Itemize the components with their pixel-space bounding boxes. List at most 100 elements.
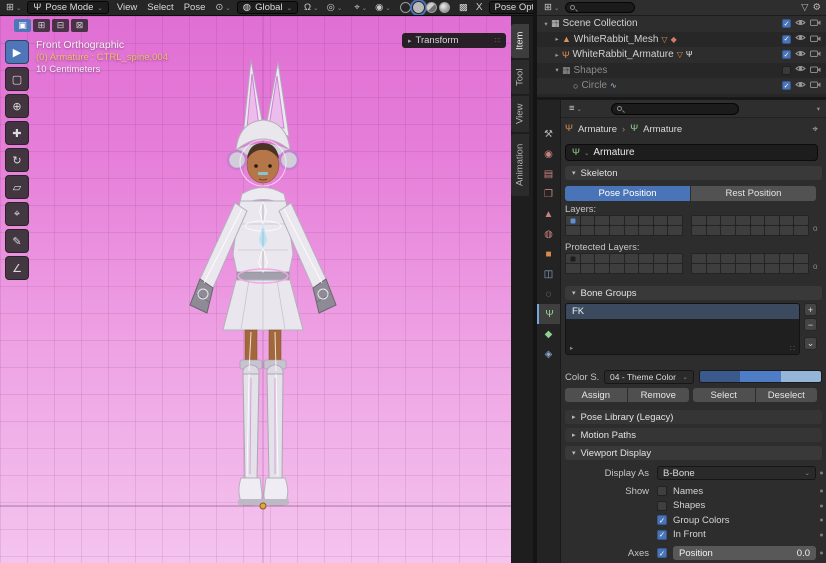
color-set-dropdown[interactable]: 04 - Theme Color Set ⌄ (604, 370, 694, 384)
eye-icon[interactable] (795, 49, 806, 61)
decorator-icon[interactable] (820, 552, 823, 555)
properties-tab-view-layer[interactable]: ❐ (537, 184, 560, 204)
layer-cell[interactable] (566, 254, 580, 263)
wireframe-shading-icon[interactable] (400, 2, 411, 13)
decorator-icon[interactable] (820, 490, 823, 493)
material-shading-icon[interactable] (426, 2, 437, 13)
assign-button[interactable]: Assign (565, 388, 627, 402)
layer-cell[interactable] (765, 226, 779, 235)
skeleton-section-header[interactable]: ▾ Skeleton (565, 166, 822, 180)
deselect-button[interactable]: Deselect (756, 388, 818, 402)
axes-checkbox[interactable] (657, 548, 667, 558)
layer-cell[interactable] (581, 264, 595, 273)
solid-shading-icon[interactable] (413, 2, 424, 13)
select-mode-set-button[interactable]: ▣ (14, 19, 31, 32)
disclosure-triangle-icon[interactable]: ▸ (552, 51, 562, 59)
layer-cell[interactable] (780, 254, 794, 263)
eye-icon[interactable] (795, 80, 806, 92)
properties-editor-type-button[interactable]: ≡⌄ (567, 102, 584, 115)
layer-cell[interactable] (625, 264, 639, 273)
layer-cell[interactable] (751, 254, 765, 263)
properties-tab-bone[interactable]: ◆ (537, 324, 560, 344)
tool-scale-button[interactable]: ▱ (5, 175, 29, 199)
mirror-x-toggle[interactable]: X (474, 1, 485, 14)
layer-cell[interactable] (639, 264, 653, 273)
layer-cell[interactable] (654, 216, 668, 225)
properties-tab-bone-constraint[interactable]: ◈ (537, 344, 560, 364)
outliner-item-label[interactable]: Shapes (574, 65, 608, 76)
bone-group-remove-button[interactable]: − (804, 318, 817, 331)
eye-icon[interactable] (795, 64, 806, 76)
layer-cell[interactable] (654, 264, 668, 273)
layer-cell[interactable] (668, 216, 682, 225)
layer-cell[interactable] (625, 254, 639, 263)
exclude-checkbox[interactable] (782, 81, 791, 90)
tool-measure-button[interactable]: ∠ (5, 256, 29, 280)
layer-cell[interactable] (595, 254, 609, 263)
gizmos-dropdown[interactable]: ⌖⌄ (352, 1, 369, 14)
breadcrumb-data[interactable]: Armature (643, 124, 682, 135)
menu-view[interactable]: View (113, 2, 141, 13)
layer-cell[interactable] (610, 264, 624, 273)
disclosure-triangle-icon[interactable]: ▸ (552, 35, 562, 43)
layer-cell[interactable] (668, 264, 682, 273)
3d-viewport[interactable]: ▣⊞⊟⊠ Front Orthographic (0) Armature : C… (0, 16, 511, 563)
layer-cell[interactable] (780, 264, 794, 273)
resize-grip-icon[interactable]: ∷ (790, 344, 795, 353)
filter-icon[interactable]: ▾ (817, 105, 820, 113)
rendered-shading-icon[interactable] (439, 2, 450, 13)
layer-cell[interactable] (780, 216, 794, 225)
decorator-icon[interactable] (820, 533, 823, 536)
bone-group-item[interactable]: FK (566, 304, 799, 319)
camera-icon[interactable] (810, 49, 821, 60)
pivot-point-dropdown[interactable]: ⊙⌄ (213, 1, 232, 14)
select-button[interactable]: Select (693, 388, 755, 402)
pose-position-button[interactable]: Pose Position (565, 186, 690, 201)
in-front-checkbox[interactable] (657, 530, 667, 540)
camera-icon[interactable] (810, 65, 821, 76)
outliner-row-scene-collection[interactable]: ▾▦Scene Collection (537, 16, 826, 32)
outliner-item-label[interactable]: Scene Collection (563, 18, 638, 29)
menu-pose[interactable]: Pose (180, 2, 210, 13)
outliner-editor-type-button[interactable]: ⊞⌄ (542, 1, 561, 14)
sidebar-tab-item[interactable]: Item (511, 24, 529, 58)
layer-cell[interactable] (707, 226, 721, 235)
tool-select-box-button[interactable]: ▢ (5, 67, 29, 91)
layer-cell[interactable] (610, 254, 624, 263)
layer-cell[interactable] (721, 264, 735, 273)
menu-select[interactable]: Select (143, 2, 177, 13)
list-filter-expand-icon[interactable]: ▸ (570, 344, 573, 352)
bone-group-add-button[interactable]: + (804, 303, 817, 316)
properties-tab-tool[interactable]: ⚒ (537, 124, 560, 144)
layer-cell[interactable] (736, 264, 750, 273)
decorator-icon[interactable]: o (813, 224, 817, 233)
rest-position-button[interactable]: Rest Position (691, 186, 816, 201)
outliner-options-icon[interactable]: ⚙ (812, 3, 821, 13)
shapes-checkbox[interactable] (657, 501, 667, 511)
tool-cursor-button[interactable]: ⊕ (5, 94, 29, 118)
properties-tab-scene[interactable]: ▲ (537, 204, 560, 224)
proportional-edit-dropdown[interactable]: ◎⌄ (325, 1, 345, 14)
layer-cell[interactable] (736, 254, 750, 263)
sidebar-tab-tool[interactable]: Tool (511, 60, 529, 94)
grid-icon-button[interactable]: ▩ (457, 1, 470, 14)
decorator-icon[interactable] (820, 472, 823, 475)
names-checkbox[interactable] (657, 486, 667, 496)
layer-cell[interactable] (610, 226, 624, 235)
bone-groups-section-header[interactable]: ▾ Bone Groups (565, 286, 822, 300)
transform-panel-header[interactable]: ▸ Transform ∷ (402, 33, 506, 48)
decorator-icon[interactable]: o (813, 262, 817, 271)
datablock-name-field[interactable]: Ψ ⌄ Armature (565, 144, 818, 161)
layer-cell[interactable] (794, 264, 808, 273)
color-swatch-normal[interactable] (700, 371, 740, 382)
snap-toggle[interactable]: Ω⌄ (302, 1, 321, 14)
axes-position-slider[interactable]: Position 0.0 (673, 546, 816, 560)
layer-cell[interactable] (566, 216, 580, 225)
properties-tab-physics[interactable]: ◌ (537, 284, 560, 304)
layer-cell[interactable] (707, 216, 721, 225)
layer-cell[interactable] (721, 226, 735, 235)
properties-tab-output[interactable]: ▤ (537, 164, 560, 184)
group-colors-checkbox[interactable] (657, 515, 667, 525)
layer-cell[interactable] (595, 226, 609, 235)
layer-cell[interactable] (736, 226, 750, 235)
